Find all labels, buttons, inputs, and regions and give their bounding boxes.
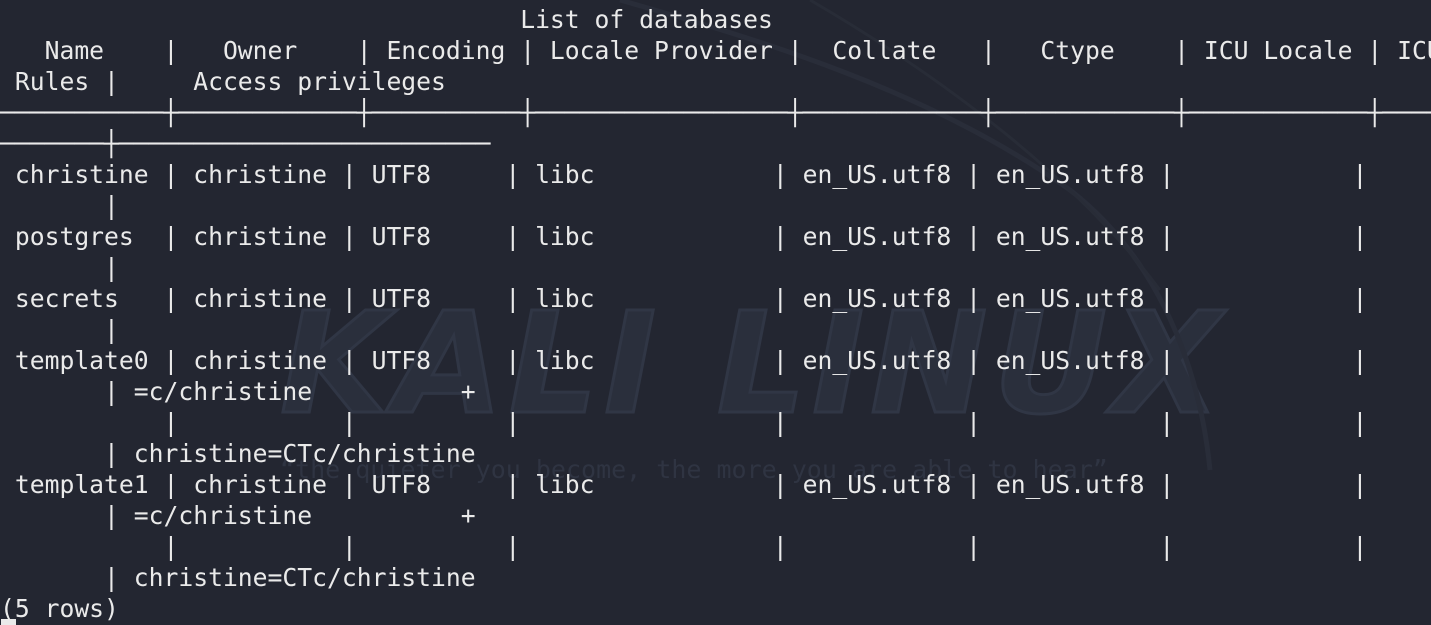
column-header-row-wrap: Rules | Access privileges (0, 67, 446, 96)
table-row-wrap: | =c/christine + (0, 501, 476, 530)
table-row-wrap: | christine=CTc/christine (0, 563, 476, 592)
header-separator: ───────────┼────────────┼──────────┼────… (0, 98, 1431, 127)
table-row: secrets | christine | UTF8 | libc | en_U… (0, 284, 1368, 313)
table-row: postgres | christine | UTF8 | libc | en_… (0, 222, 1368, 251)
header-separator-wrap: ───────┼───────────────────────── (0, 129, 491, 158)
table-row-wrap: | christine=CTc/christine (0, 439, 476, 468)
table-row-wrap: | =c/christine + (0, 377, 476, 406)
table-row-wrap: | (0, 191, 119, 220)
table-row-wrap: | (0, 315, 119, 344)
table-row-continuation: | | | | | | | (0, 532, 1368, 561)
row-count: (5 rows) (0, 594, 119, 623)
table-row: template1 | christine | UTF8 | libc | en… (0, 470, 1368, 499)
table-caption: List of databases (0, 5, 773, 34)
column-header-row: Name | Owner | Encoding | Locale Provide… (0, 36, 1431, 65)
table-row: christine | christine | UTF8 | libc | en… (0, 160, 1368, 189)
table-row-wrap: | (0, 253, 119, 282)
terminal-window[interactable]: KALI LINUX “the quieter you become, the … (0, 0, 1431, 625)
table-row: template0 | christine | UTF8 | libc | en… (0, 346, 1368, 375)
table-row-continuation: | | | | | | | (0, 408, 1368, 437)
psql-output: List of databases Name | Owner | Encodin… (0, 4, 1431, 624)
terminal-cursor (1, 619, 16, 625)
